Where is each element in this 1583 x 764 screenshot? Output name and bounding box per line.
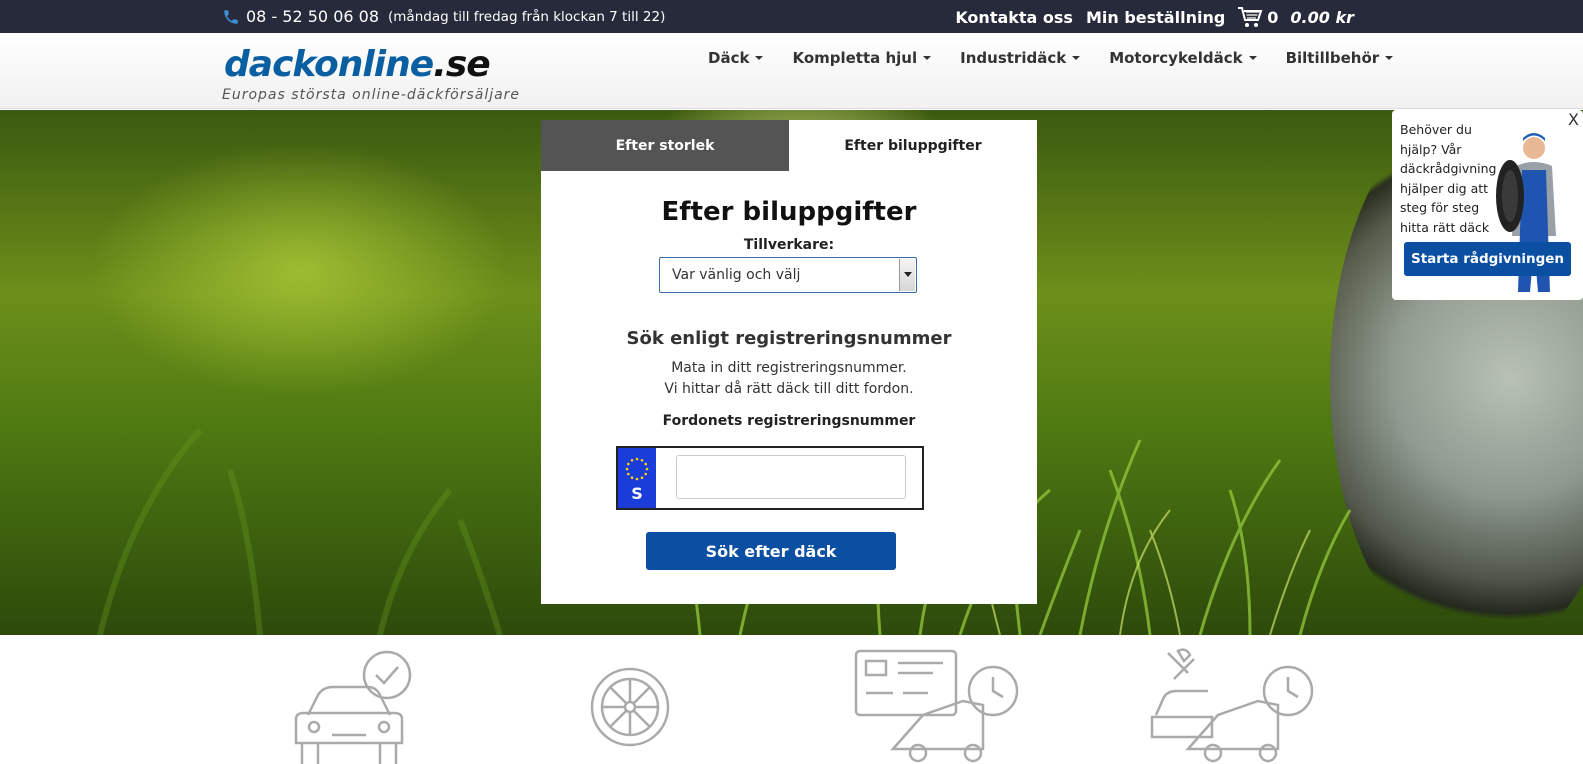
caret-down-icon xyxy=(1072,56,1081,60)
caret-down-icon xyxy=(755,56,764,60)
reg-search-desc-line2: Vi hittar då rätt däck till ditt fordon. xyxy=(664,381,914,397)
nav-item-label: Motorcykeldäck xyxy=(1109,49,1243,67)
search-tires-button[interactable]: Sök efter däck xyxy=(646,532,896,570)
phone-hours: (måndag till fredag från klockan 7 till … xyxy=(388,8,666,25)
cart-link[interactable]: 0 0.00 kr xyxy=(1237,6,1354,28)
logo-tld: .se xyxy=(433,44,491,85)
eu-stars-icon xyxy=(625,457,649,481)
reg-search-desc-line1: Mata in ditt registreringsnummer. xyxy=(671,360,907,376)
caret-down-icon xyxy=(1248,56,1257,60)
main-nav: Däck Kompletta hjul Industridäck Motorcy… xyxy=(708,49,1422,67)
site-logo[interactable]: dackonline.se xyxy=(224,44,491,85)
caret-down-icon xyxy=(923,56,932,60)
logo-name: dackonline xyxy=(224,44,434,85)
payment-delivery-icon xyxy=(854,649,1019,763)
nav-item-complete-wheels[interactable]: Kompletta hjul xyxy=(792,49,932,67)
nav-item-car-accessories[interactable]: Biltillbehör xyxy=(1286,49,1394,67)
top-bar: 08 - 52 50 06 08 (måndag till fredag frå… xyxy=(0,0,1583,33)
service-delivery-icon xyxy=(1150,648,1314,763)
cart-icon xyxy=(1238,7,1263,27)
phone-icon xyxy=(224,9,238,24)
help-text: Behöver du hjälp? Vår däckrådgivning hjä… xyxy=(1400,122,1497,235)
start-advice-button[interactable]: Starta rådgivningen xyxy=(1404,242,1571,276)
nav-item-motorcycle-tires[interactable]: Motorcykeldäck xyxy=(1109,49,1257,67)
site-header: dackonline.se Europas största online-däc… xyxy=(0,33,1583,109)
nav-item-label: Industridäck xyxy=(960,49,1067,67)
reg-number-label: Fordonets registreringsnummer xyxy=(662,413,916,429)
eu-plate-band: S xyxy=(618,448,656,508)
phone-contact[interactable]: 08 - 52 50 06 08 (måndag till fredag frå… xyxy=(222,7,665,26)
top-links: Kontakta oss Min beställning 0 0.00 kr xyxy=(942,6,1354,28)
plate-country-code: S xyxy=(631,484,643,503)
manufacturer-select-value: Var vänlig och välj xyxy=(672,267,801,283)
reg-number-input[interactable] xyxy=(676,455,906,499)
nav-item-label: Däck xyxy=(708,49,750,67)
nav-item-label: Biltillbehör xyxy=(1285,49,1380,67)
cart-total: 0.00 kr xyxy=(1290,7,1354,27)
license-plate-field: S xyxy=(616,446,924,510)
tab-by-car[interactable]: Efter biluppgifter xyxy=(789,120,1037,171)
help-widget: X Behöver du hjälp? Vår däckrådgivning h… xyxy=(1392,110,1583,300)
cart-count: 0 xyxy=(1267,7,1279,27)
wheel-icon xyxy=(590,667,670,747)
nav-item-tires[interactable]: Däck xyxy=(708,49,764,67)
nav-item-label: Kompletta hjul xyxy=(792,49,918,67)
tab-by-size[interactable]: Efter storlek xyxy=(541,120,789,171)
search-tabs: Efter storlek Efter biluppgifter xyxy=(541,120,1037,171)
reg-search-title: Sök enligt registreringsnummer xyxy=(626,328,952,349)
nav-item-industrial-tires[interactable]: Industridäck xyxy=(960,49,1081,67)
contact-link[interactable]: Kontakta oss xyxy=(955,8,1073,27)
car-check-icon xyxy=(294,650,412,764)
tire-search-panel: Efter storlek Efter biluppgifter Efter b… xyxy=(541,120,1037,604)
manufacturer-select[interactable]: Var vänlig och välj xyxy=(659,257,917,293)
my-order-link[interactable]: Min beställning xyxy=(1086,8,1225,27)
manufacturer-label: Tillverkare: xyxy=(743,237,835,253)
caret-down-icon xyxy=(1385,56,1394,60)
chevron-down-icon[interactable] xyxy=(899,259,915,291)
phone-number[interactable]: 08 - 52 50 06 08 xyxy=(246,7,379,26)
features-row xyxy=(0,635,1583,764)
search-title: Efter biluppgifter xyxy=(661,197,917,227)
site-tagline: Europas största online-däckförsäljare xyxy=(222,87,521,103)
